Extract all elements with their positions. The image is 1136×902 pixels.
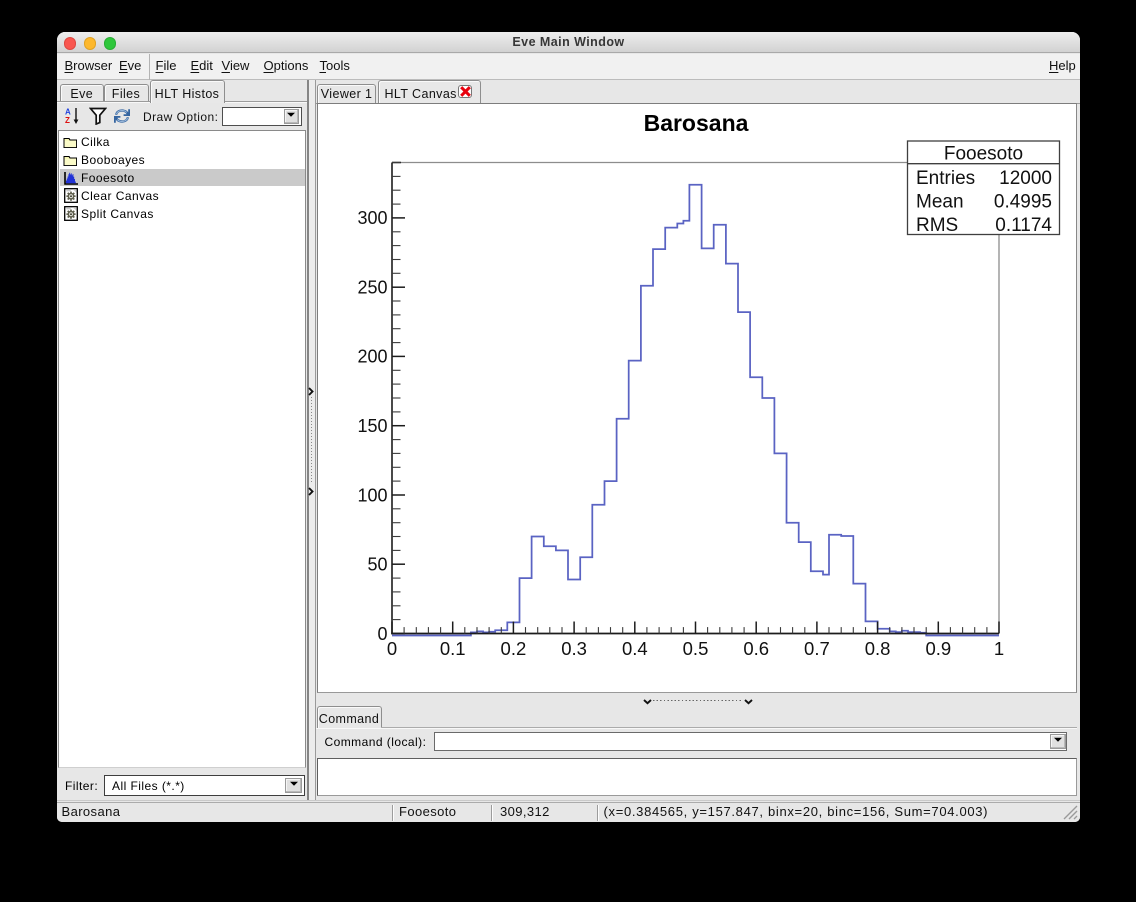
svg-text:250: 250 [357,278,387,298]
svg-text:300: 300 [357,208,387,228]
svg-text:12000: 12000 [999,168,1052,189]
svg-text:0.1: 0.1 [440,638,466,659]
svg-text:200: 200 [357,347,387,367]
svg-text:50: 50 [367,555,387,575]
svg-text:0.4995: 0.4995 [994,192,1052,213]
svg-text:1: 1 [994,638,1004,659]
svg-text:Barosana: Barosana [644,110,749,136]
svg-text:Fooesoto: Fooesoto [944,144,1023,165]
svg-text:0.6: 0.6 [743,638,769,659]
svg-text:100: 100 [357,485,387,505]
svg-text:Mean: Mean [916,192,964,213]
svg-text:0.2: 0.2 [501,638,527,659]
svg-text:0.7: 0.7 [804,638,830,659]
svg-text:0.8: 0.8 [865,638,891,659]
svg-text:0.1174: 0.1174 [995,215,1052,236]
svg-text:Entries: Entries [916,168,980,189]
svg-text:0.4: 0.4 [622,638,648,659]
svg-text:0.5: 0.5 [683,638,709,659]
svg-text:RMS: RMS [916,215,958,236]
svg-text:0.3: 0.3 [561,638,587,659]
svg-text:0: 0 [387,638,397,659]
svg-text:150: 150 [357,416,387,436]
svg-text:0.9: 0.9 [925,638,951,659]
